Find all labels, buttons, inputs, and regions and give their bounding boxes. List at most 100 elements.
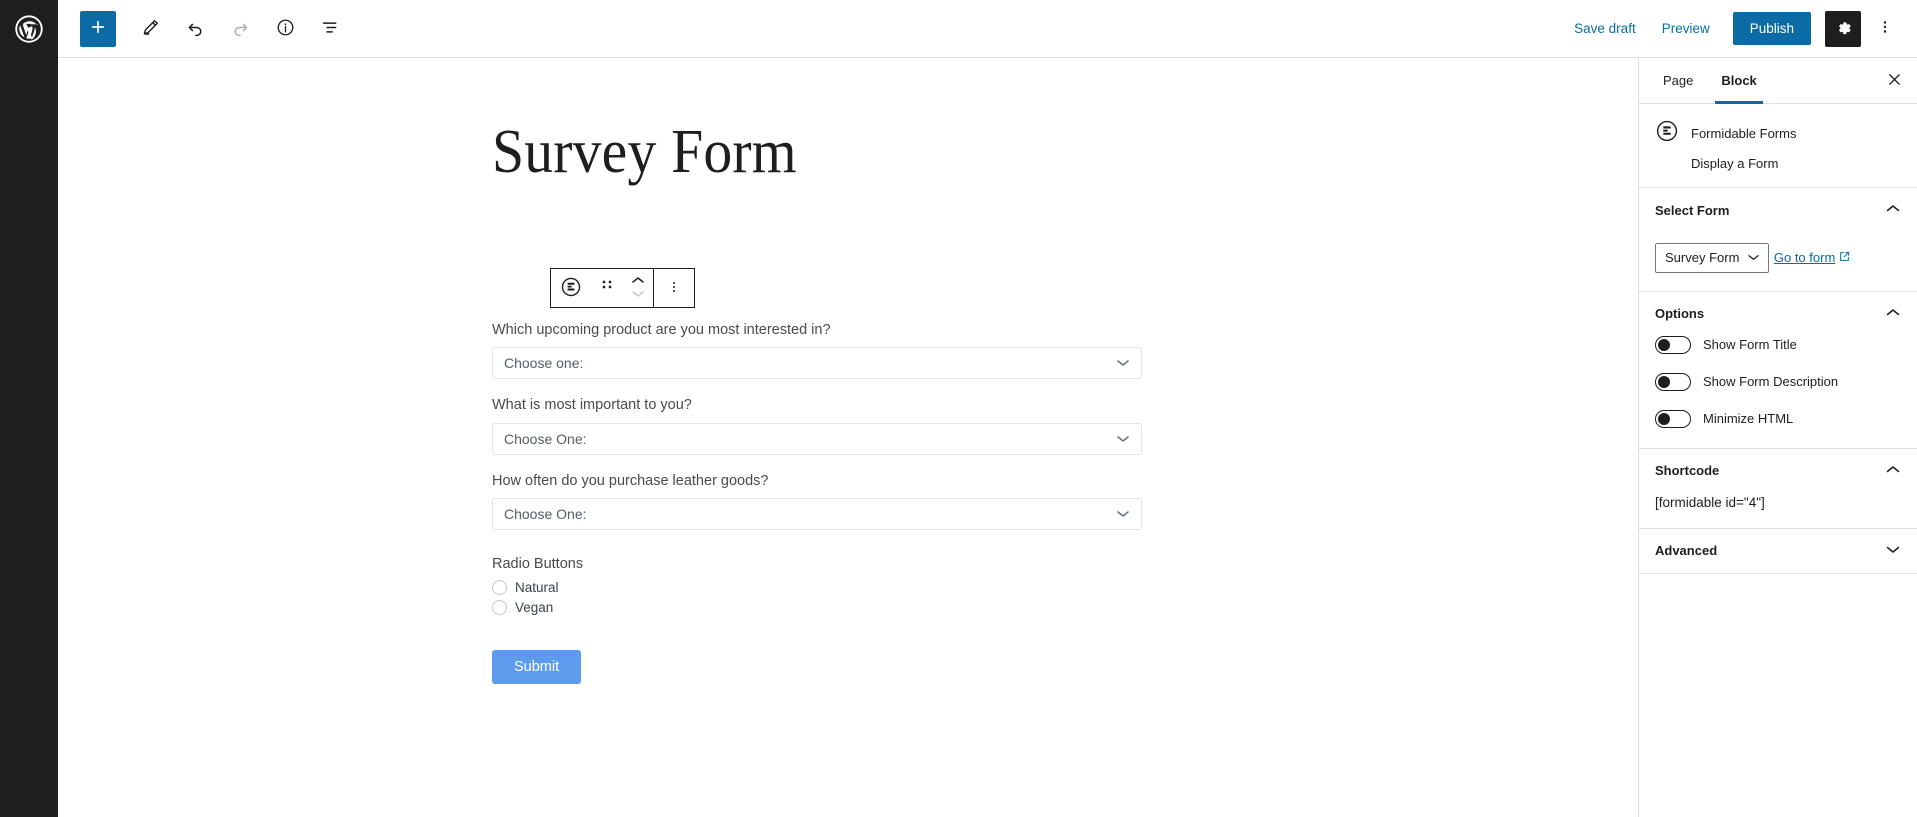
field-select-important[interactable]: Choose One: [492, 422, 1142, 455]
editor-top-bar: Save draft Preview Publish [0, 0, 1917, 58]
panel-advanced: Advanced [1639, 529, 1917, 574]
option-minimize-html: Minimize HTML [1655, 409, 1901, 428]
field-select-product[interactable]: Choose one: [492, 347, 1142, 380]
move-down-button[interactable] [631, 289, 645, 302]
block-type-button[interactable] [551, 269, 591, 307]
block-card-title: Formidable Forms [1691, 126, 1797, 141]
panel-select-form: Select Form Survey Form Go to form [1639, 188, 1917, 292]
chevron-down-icon [1116, 434, 1130, 444]
panel-shortcode: Shortcode [formidable id="4"] [1639, 449, 1917, 529]
more-options-button[interactable] [1867, 11, 1903, 47]
toggle-label: Show Form Title [1703, 337, 1797, 352]
settings-sidebar: Page Block Formidable Forms Display a Fo [1638, 58, 1917, 817]
go-to-form-link[interactable]: Go to form [1774, 250, 1850, 265]
panel-options: Options Show Form Title Show Form Descri… [1639, 292, 1917, 449]
drag-dots-icon [600, 278, 614, 299]
formidable-form-preview: Which upcoming product are you most inte… [492, 320, 1152, 685]
sidebar-tabs: Page Block [1639, 58, 1917, 104]
panel-title: Select Form [1655, 202, 1730, 218]
list-view-button[interactable] [312, 11, 348, 47]
toggle-label: Minimize HTML [1703, 411, 1794, 426]
block-card-description: Display a Form [1691, 156, 1779, 171]
undo-button[interactable] [177, 11, 213, 47]
add-block-button[interactable] [80, 10, 116, 47]
drag-handle-button[interactable] [591, 269, 623, 307]
form-field: What is most important to you? Choose On… [492, 395, 1152, 455]
close-icon [1887, 72, 1902, 90]
toggle-knob [1658, 375, 1670, 388]
save-draft-button[interactable]: Save draft [1561, 13, 1649, 44]
toggle-label: Show Form Description [1703, 374, 1839, 389]
block-options-button[interactable] [654, 269, 694, 307]
chevron-up-icon [1885, 305, 1901, 323]
list-view-icon [320, 17, 341, 41]
field-label: Which upcoming product are you most inte… [492, 322, 831, 338]
form-field: How often do you purchase leather goods?… [492, 471, 1152, 530]
wordpress-logo-icon [14, 14, 44, 44]
radio-option-label: Natural [515, 580, 559, 596]
form-field: Which upcoming product are you most inte… [492, 320, 1152, 380]
block-movers [623, 269, 653, 307]
panel-select-form-body: Survey Form Go to form [1639, 232, 1917, 291]
panel-options-header[interactable]: Options [1639, 292, 1917, 336]
shortcode-value[interactable]: [formidable id="4"] [1655, 495, 1901, 510]
formidable-forms-icon [560, 276, 582, 301]
top-bar-tools [58, 10, 357, 47]
tab-block[interactable]: Block [1707, 58, 1770, 104]
radio-circle-icon[interactable] [492, 600, 507, 616]
select-form-value: Survey Form [1665, 250, 1740, 265]
redo-button[interactable] [222, 11, 258, 47]
toggle-minimize-html[interactable] [1655, 409, 1691, 428]
settings-toggle-button[interactable] [1825, 10, 1861, 47]
plus-icon [88, 17, 108, 40]
panel-title: Options [1655, 306, 1705, 321]
block-card-row: Formidable Forms [1655, 119, 1901, 148]
chevron-down-icon [631, 286, 645, 304]
publish-button[interactable]: Publish [1732, 12, 1811, 45]
block-toolbar-main-group [551, 269, 653, 307]
chevron-down-icon [1747, 249, 1760, 267]
info-circle-icon [275, 17, 296, 41]
panel-advanced-header[interactable]: Advanced [1639, 529, 1917, 573]
panel-options-body: Show Form Title Show Form Description Mi… [1639, 335, 1917, 448]
radio-circle-icon[interactable] [492, 580, 507, 596]
submit-button[interactable]: Submit [492, 650, 582, 685]
toggle-show-form-title[interactable] [1655, 335, 1691, 354]
tools-button[interactable] [132, 11, 168, 47]
radio-option[interactable]: Vegan [492, 598, 1152, 617]
page-title[interactable]: Survey Form [492, 118, 797, 186]
preview-button[interactable]: Preview [1649, 13, 1723, 44]
radio-option-label: Vegan [515, 600, 554, 616]
panel-shortcode-header[interactable]: Shortcode [1639, 449, 1917, 493]
radio-option[interactable]: Natural [492, 578, 1152, 597]
pencil-icon [140, 17, 161, 41]
panel-select-form-header[interactable]: Select Form [1639, 188, 1917, 232]
panel-title: Shortcode [1655, 463, 1720, 478]
field-label: How often do you purchase leather goods? [492, 472, 769, 489]
panel-title: Advanced [1655, 543, 1718, 558]
panel-shortcode-body: [formidable id="4"] [1639, 495, 1917, 528]
select-form-dropdown[interactable]: Survey Form [1655, 242, 1770, 273]
details-button[interactable] [267, 11, 303, 47]
field-select-value: Choose one: [504, 355, 584, 372]
toggle-show-form-description[interactable] [1655, 372, 1691, 391]
toggle-knob [1658, 412, 1670, 425]
wordpress-logo-button[interactable] [0, 0, 58, 58]
redo-arrow-icon [230, 17, 251, 41]
field-select-frequency[interactable]: Choose One: [492, 497, 1142, 530]
chevron-down-icon [1885, 542, 1901, 560]
option-show-form-description: Show Form Description [1655, 372, 1901, 391]
left-sidebar-rail [0, 58, 58, 817]
top-bar-actions: Save draft Preview Publish [1561, 10, 1917, 47]
field-select-value: Choose One: [504, 505, 587, 522]
ellipsis-vertical-icon [1876, 18, 1894, 39]
chevron-up-icon [1885, 201, 1901, 219]
go-to-form-label: Go to form [1773, 250, 1836, 265]
block-toolbar [550, 268, 695, 308]
radio-group-label: Radio Buttons [492, 555, 584, 572]
toggle-knob [1658, 338, 1670, 351]
ellipsis-vertical-icon [666, 279, 682, 298]
tab-page[interactable]: Page [1649, 58, 1707, 103]
close-sidebar-button[interactable] [1879, 66, 1909, 96]
gear-icon [1834, 18, 1853, 40]
